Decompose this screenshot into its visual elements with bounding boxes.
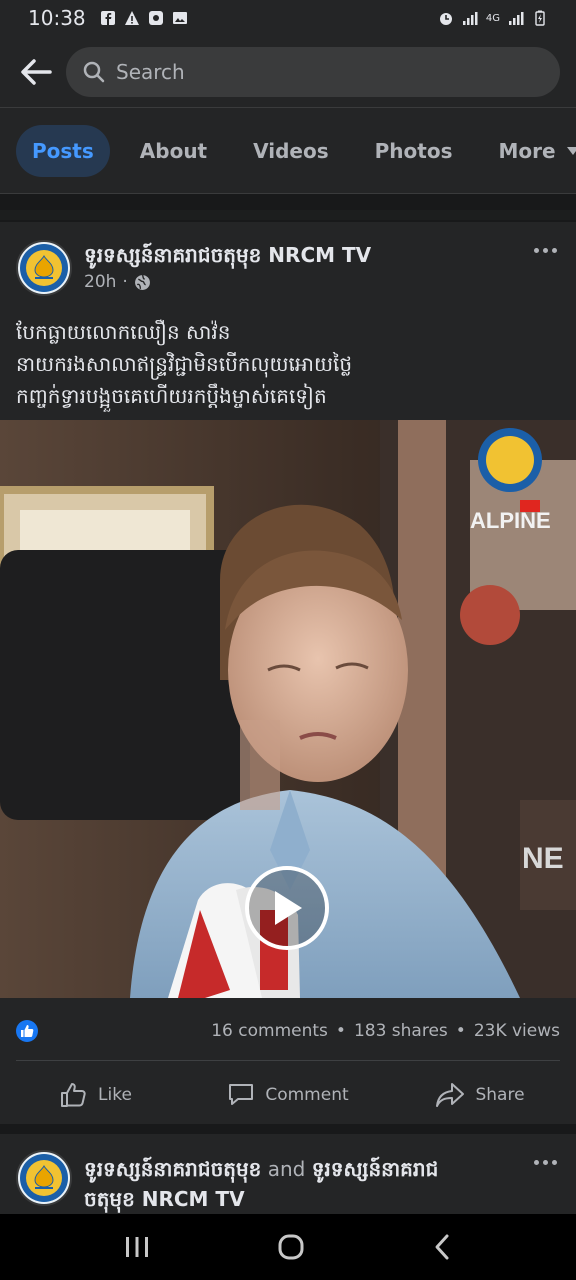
signal-icon — [462, 12, 478, 25]
search-icon — [83, 61, 105, 82]
tab-more-label: More — [498, 138, 556, 163]
comments-count[interactable]: 16 comments — [211, 1021, 328, 1041]
tab-videos[interactable]: Videos — [237, 125, 345, 177]
divider — [16, 1060, 560, 1061]
stats-text: 16 comments • 183 shares • 23K views — [211, 1021, 560, 1041]
post-time[interactable]: 20h — [84, 272, 116, 292]
system-nav-bar — [0, 1214, 576, 1280]
more-dot-icon — [551, 1159, 557, 1165]
status-left: 10:38 — [28, 6, 188, 30]
page-avatar[interactable] — [16, 240, 72, 296]
battery-icon — [535, 10, 545, 26]
feed-post: ទូរទស្សន៍នាគរាជចតុមុខ NRCM TV 20h · បែកធ… — [0, 222, 576, 1124]
post2-options-button[interactable] — [530, 1150, 560, 1174]
post-video[interactable]: ALPINE NE — [0, 420, 576, 998]
status-time: 10:38 — [28, 6, 86, 30]
search-placeholder: Search — [116, 59, 185, 84]
back-nav-icon[interactable] — [432, 1233, 452, 1261]
tab-posts[interactable]: Posts — [16, 124, 110, 177]
like-button[interactable]: Like — [0, 1070, 192, 1120]
search-bar: Search — [0, 36, 576, 108]
page-tabs: Posts About Videos Photos More — [0, 108, 576, 194]
more-dot-icon — [551, 247, 557, 253]
tab-more[interactable]: More — [482, 125, 576, 177]
share-button[interactable]: Share — [384, 1070, 576, 1120]
page-avatar-2[interactable] — [16, 1150, 72, 1206]
status-right: 4G — [438, 10, 548, 26]
feed-separator — [0, 194, 576, 222]
comment-icon — [229, 1084, 254, 1105]
share-label: Share — [475, 1085, 525, 1105]
comment-button[interactable]: Comment — [192, 1070, 384, 1120]
svg-text:NE: NE — [522, 842, 564, 875]
post2-title: ទូរទស្សន៍នាគរាជចតុមុខ and ទូរទស្សន៍នាគរា… — [84, 1154, 504, 1214]
post-options-button[interactable] — [530, 238, 560, 262]
more-dot-icon — [542, 1159, 548, 1165]
signal-icon-2 — [509, 12, 524, 25]
like-label: Like — [98, 1085, 132, 1105]
reaction-like-icon[interactable] — [16, 1020, 38, 1042]
thumbs-up-icon — [21, 1025, 34, 1037]
post2-name-a[interactable]: ទូរទស្សន៍នាគរាជចតុមុខ — [84, 1157, 261, 1181]
nrcm-logo-icon — [20, 244, 68, 292]
app-notification-icon — [148, 11, 163, 25]
comment-label: Comment — [265, 1085, 349, 1105]
post2-name-b-cont[interactable]: ចតុមុខ NRCM TV — [84, 1187, 245, 1211]
recent-apps-icon[interactable] — [124, 1235, 150, 1259]
play-icon — [275, 891, 302, 925]
page-name[interactable]: ទូរទស្សន៍នាគរាជចតុមុខ NRCM TV — [84, 242, 371, 272]
tab-about[interactable]: About — [124, 125, 223, 177]
more-dot-icon — [542, 247, 548, 253]
more-dot-icon — [533, 1159, 539, 1165]
nrcm-logo-icon — [20, 1154, 68, 1202]
views-count: 23K views — [473, 1021, 560, 1041]
play-button[interactable] — [245, 866, 329, 950]
more-dot-icon — [533, 247, 539, 253]
alarm-icon — [439, 13, 452, 25]
warning-icon — [124, 11, 139, 25]
feed-post-2: ទូរទស្សន៍នាគរាជចតុមុខ and ទូរទស្សន៍នាគរា… — [0, 1134, 576, 1214]
stats-separator: • — [335, 1021, 346, 1041]
stats-separator: • — [455, 1021, 466, 1041]
post-actions: Like Comment Share — [0, 1070, 576, 1120]
gallery-icon — [172, 12, 187, 24]
post-text: បែកធ្លាយលោកឈឿន សាវ៉ន នាយករងសាលាឥន្ទ្រវិជ… — [16, 320, 353, 408]
back-button[interactable] — [16, 52, 56, 92]
post-header: ទូរទស្សន៍នាគរាជចតុមុខ NRCM TV 20h · — [16, 238, 560, 298]
home-icon[interactable] — [277, 1233, 305, 1261]
status-bar: 10:38 4G — [0, 0, 576, 36]
post-stats: 16 comments • 183 shares • 23K views — [16, 1014, 560, 1048]
back-arrow-icon — [21, 58, 52, 85]
shares-count[interactable]: 183 shares — [354, 1021, 448, 1041]
facebook-notification-icon — [100, 11, 115, 25]
like-icon — [61, 1083, 86, 1107]
meta-separator: · — [122, 272, 128, 292]
post2-conjunction: and — [267, 1157, 306, 1181]
tab-photos[interactable]: Photos — [359, 125, 469, 177]
globe-icon — [134, 274, 150, 290]
share-icon — [436, 1083, 465, 1107]
post2-name-b[interactable]: ទូរទស្សន៍នាគរាជ — [312, 1157, 439, 1181]
post-meta: 20h · — [84, 272, 151, 292]
network-type-label: 4G — [485, 12, 500, 24]
caret-down-icon — [566, 146, 576, 155]
search-input[interactable]: Search — [66, 46, 560, 97]
